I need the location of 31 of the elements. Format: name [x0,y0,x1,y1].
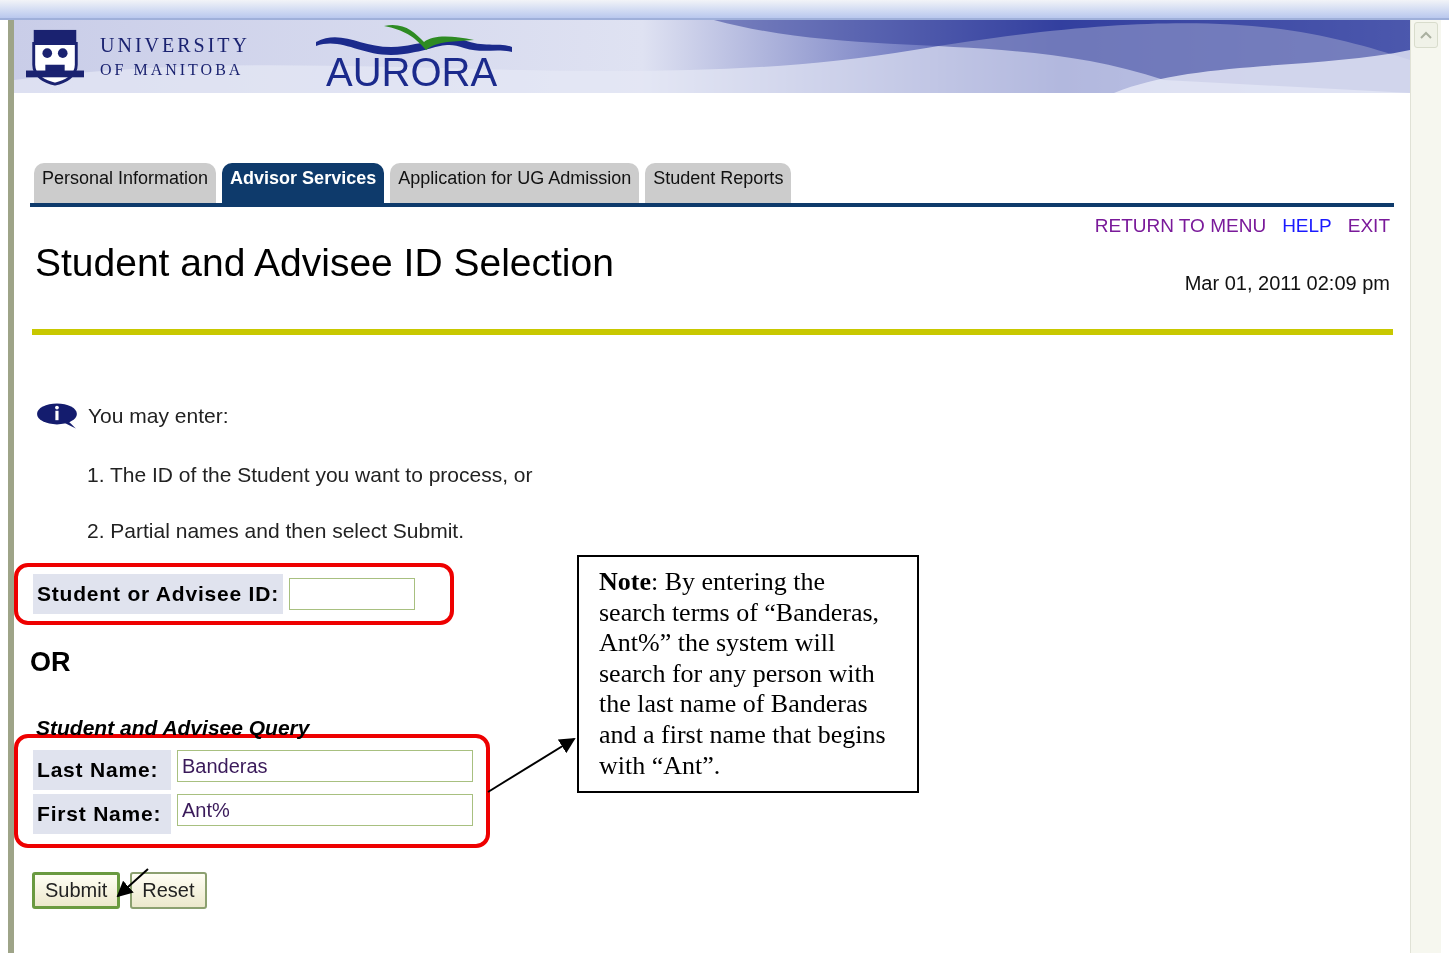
id-input-field[interactable] [289,578,416,610]
nav-link[interactable]: HELP [1282,215,1332,237]
submit-button[interactable]: Submit [32,872,121,909]
instruction-text: You may enter: [88,404,229,428]
field-label: Last Name: [33,750,171,790]
timestamp: Mar 01, 2011 02:09 pm [1184,272,1390,295]
page-title: Student and Advisee ID Selection [35,241,614,285]
instruction-item: 1. The ID of the Student you want to process, or [87,463,534,487]
reset-button[interactable]: Reset [130,872,207,909]
info-icon [36,401,80,431]
product-name: AURORA [326,52,498,92]
caret-icon [1420,31,1432,39]
crest-icon [26,27,84,86]
nav-link[interactable]: RETURN TO MENU [1094,215,1267,237]
tab[interactable]: Application for UG Admission [390,163,640,203]
tab[interactable]: Student Reports [645,163,792,203]
scroll-up-button[interactable] [1414,22,1438,48]
tab[interactable]: Advisor Services [222,163,385,203]
or-label: OR [30,647,71,678]
section-heading: Student and Advisee Query [36,716,310,740]
field-label: First Name: [33,794,171,834]
field-label: Student or Advisee ID: [33,574,284,614]
name-input-field[interactable]: Banderas [177,750,473,782]
tab[interactable]: Personal Information [34,163,217,203]
university-name: UNIVERSITY [100,34,250,57]
nav-link[interactable]: EXIT [1347,215,1390,237]
scrollbar[interactable] [1410,20,1441,953]
instruction-item: 2. Partial names and then select Submit. [87,519,466,543]
callout-note: Note: By entering the search terms of “Banderas, Ant%” the system will search for any person with the last name of Banderas and a first name that begins with “Ant”. [577,555,919,794]
university-subtitle: OF MANITOBA [100,61,245,79]
name-input-field[interactable]: Ant% [177,794,473,826]
